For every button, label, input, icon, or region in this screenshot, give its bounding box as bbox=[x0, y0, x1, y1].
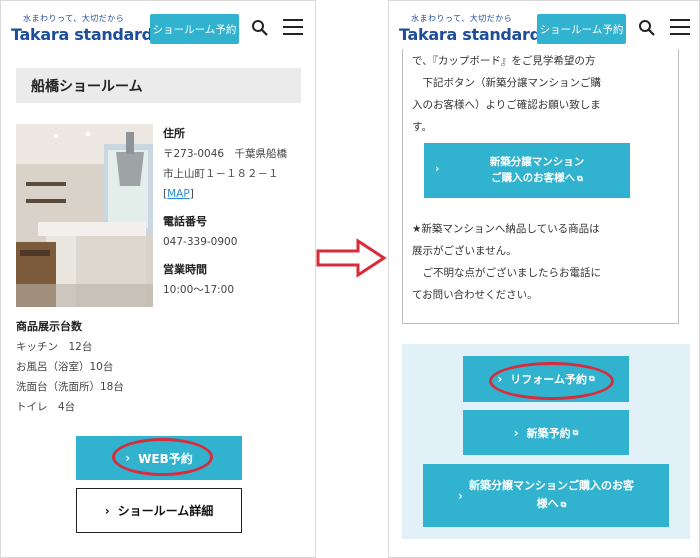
exhibit-item: お風呂（浴室）10台 bbox=[16, 361, 114, 373]
logo[interactable]: Takara standard bbox=[399, 25, 541, 44]
chevron-right-icon: › bbox=[513, 425, 519, 440]
right-screen: 水まわりって、大切だから Takara standard ショールーム予約 で、… bbox=[388, 0, 700, 558]
logo-tagline: 水まわりって、大切だから bbox=[23, 14, 125, 23]
exhibit-title: 商品展示台数 bbox=[16, 320, 82, 333]
stock-notice-paragraph: ★新築マンションへ納品している商品は 展示がございません。 ご不明な点がございま… bbox=[412, 218, 677, 306]
exhibit-item: キッチン 12台 bbox=[16, 341, 93, 353]
chevron-right-icon: › bbox=[458, 488, 463, 503]
button-label-line: ご購入のお客様へ bbox=[491, 172, 576, 184]
hours-label: 営業時間 bbox=[163, 263, 207, 276]
showroom-reserve-button[interactable]: ショールーム予約 bbox=[537, 14, 626, 44]
notice-line: てお問い合わせください。 bbox=[412, 289, 538, 301]
address-line1: 〒273-0046 千葉県船橋 bbox=[163, 148, 288, 160]
newbuild-reserve-label: 新築予約 bbox=[526, 426, 571, 440]
logo[interactable]: Takara standard bbox=[11, 25, 153, 44]
notice-line: ★新築マンションへ納品している商品は bbox=[412, 223, 600, 235]
map-link[interactable]: MAP bbox=[167, 188, 190, 200]
notice-line: 下記ボタン（新築分譲マンションご購 bbox=[412, 77, 601, 89]
left-screen: 水まわりって、大切だから Takara standard ショールーム予約 船橋… bbox=[0, 0, 316, 558]
exhibit-item: 洗面台（洗面所）18台 bbox=[16, 381, 124, 393]
button-label-line: 新築分譲マンションご購入のお客 bbox=[468, 479, 634, 492]
notice-line: ご不明な点がございましたらお電話に bbox=[412, 267, 601, 279]
showroom-detail-label: ショールーム詳細 bbox=[117, 504, 214, 518]
business-hours: 10:00～17:00 bbox=[163, 284, 235, 296]
chevron-right-icon: › bbox=[104, 503, 110, 518]
button-label-line: 新築分譲マンション bbox=[489, 156, 585, 168]
highlight-ring bbox=[489, 362, 614, 400]
search-icon[interactable] bbox=[638, 19, 656, 37]
store-info: 住所 〒273-0046 千葉県船橋 市上山町１－１８２－１ [MAP] 電話番… bbox=[163, 124, 313, 300]
newbuild-reserve-button[interactable]: › 新築予約 ⧉ bbox=[463, 410, 629, 455]
phone-number[interactable]: 047-339-0900 bbox=[163, 232, 313, 252]
exhibit-item: トイレ 4台 bbox=[16, 401, 76, 413]
notice-line: す。 bbox=[412, 121, 432, 133]
showroom-kitchen-photo bbox=[16, 124, 153, 307]
highlight-ring bbox=[112, 438, 213, 476]
external-link-icon: ⧉ bbox=[577, 174, 583, 183]
showroom-reserve-button[interactable]: ショールーム予約 bbox=[150, 14, 239, 44]
search-icon[interactable] bbox=[251, 19, 269, 37]
address-label: 住所 bbox=[163, 127, 185, 140]
condo-buyer-button[interactable]: › 新築分譲マンションご購入のお客 様へ ⧉ bbox=[423, 464, 669, 527]
menu-icon[interactable] bbox=[670, 19, 690, 35]
notice-line: で、『カップボード』をご見学希望の方 bbox=[412, 55, 596, 67]
right-arrow-icon bbox=[316, 238, 387, 278]
notice-line: 展示がございません。 bbox=[412, 245, 517, 257]
notice-line: 入のお客様へ）よりご確認お願い致しま bbox=[412, 99, 601, 111]
chevron-right-icon: › bbox=[435, 163, 440, 175]
logo-tagline: 水まわりって、大切だから bbox=[411, 14, 513, 23]
site-header: 水まわりって、大切だから Takara standard ショールーム予約 bbox=[1, 1, 315, 59]
menu-icon[interactable] bbox=[283, 19, 303, 35]
exhibit-count-block: 商品展示台数 キッチン 12台 お風呂（浴室）10台 洗面台（洗面所）18台 ト… bbox=[16, 317, 216, 417]
reservation-section: › リフォーム予約 ⧉ › 新築予約 ⧉ › 新築分譲マンションご購入のお客 様… bbox=[402, 344, 690, 539]
button-label-line: 様へ bbox=[536, 497, 559, 510]
store-name-bar: 船橋ショールーム bbox=[16, 68, 301, 103]
showroom-detail-button[interactable]: › ショールーム詳細 bbox=[76, 488, 242, 533]
phone-label: 電話番号 bbox=[163, 215, 207, 228]
new-condo-buyer-button[interactable]: › 新築分譲マンション ご購入のお客様へ ⧉ bbox=[424, 143, 630, 198]
notice-paragraph: で、『カップボード』をご見学希望の方 下記ボタン（新築分譲マンションご購 入のお… bbox=[412, 50, 677, 138]
external-link-icon: ⧉ bbox=[572, 427, 579, 437]
external-link-icon: ⧉ bbox=[560, 500, 567, 509]
address-line2: 市上山町１－１８２－１ bbox=[163, 168, 279, 180]
